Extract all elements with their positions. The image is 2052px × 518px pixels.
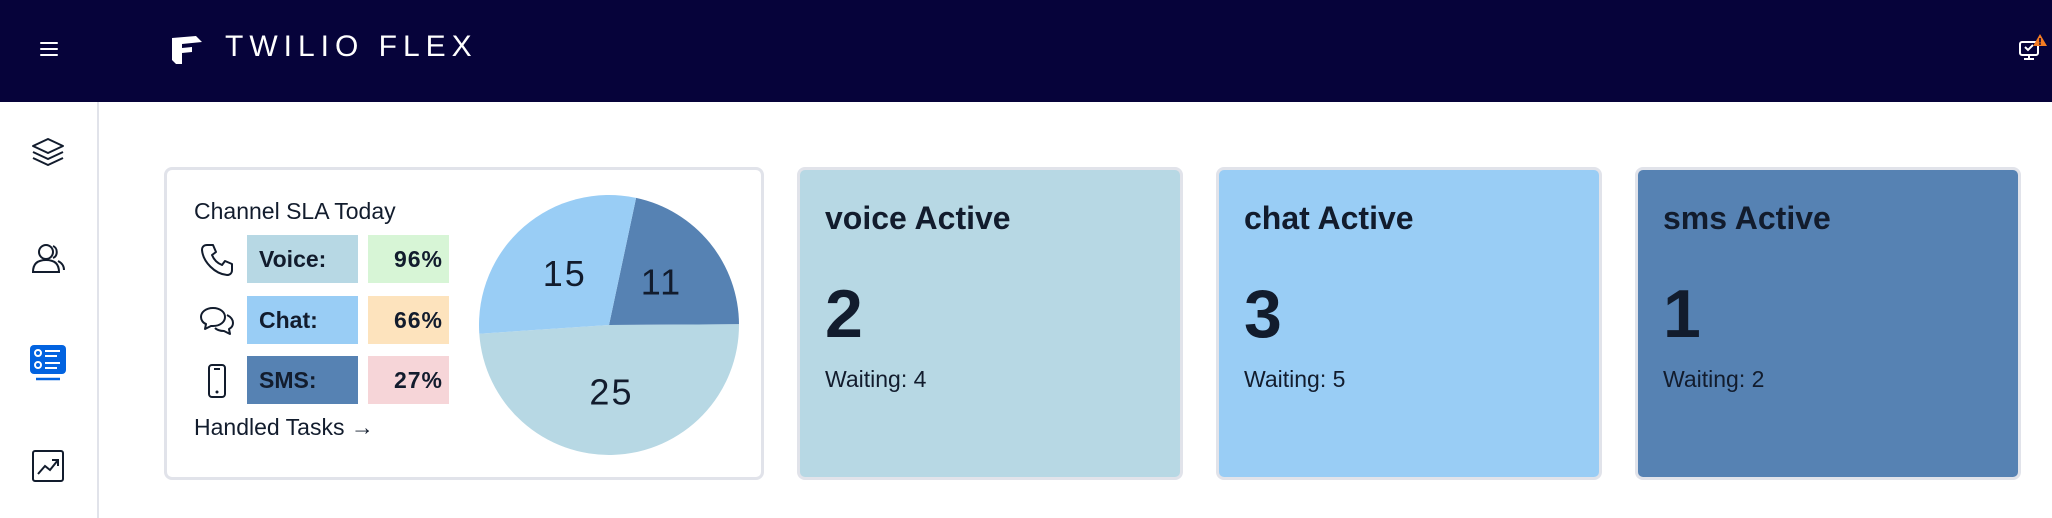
layers-icon	[32, 138, 64, 166]
voice-active-title: voice Active	[825, 200, 1011, 236]
sidebar-item-queues-dashboard[interactable]	[22, 336, 74, 388]
sla-card-title: Channel SLA Today	[194, 198, 396, 224]
voice-active-count: 2	[825, 276, 863, 352]
sms-active-title: sms Active	[1663, 200, 1831, 236]
chat-waiting-count: Waiting: 5	[1244, 366, 1346, 392]
chat-active-title: chat Active	[1244, 200, 1414, 236]
brand-title: TWILIO FLEX	[225, 30, 478, 63]
chat-label: Chat:	[247, 296, 358, 344]
voice-waiting-count: Waiting: 4	[825, 366, 927, 392]
hamburger-icon[interactable]	[34, 34, 64, 64]
sla-row-chat: Chat: 66%	[194, 296, 454, 346]
chat-active-count: 3	[1244, 276, 1282, 352]
voice-active-card: voice Active 2 Waiting: 4	[797, 167, 1183, 480]
sidebar-item-agents[interactable]	[22, 232, 74, 284]
top-header: TWILIO FLEX	[0, 0, 2052, 102]
channel-sla-card: Channel SLA Today Voice: 96% Chat: 66% S…	[164, 167, 764, 480]
chat-active-card: chat Active 3 Waiting: 5	[1216, 167, 1602, 480]
sms-active-count: 1	[1663, 276, 1701, 352]
pie-slice-label: 25	[589, 372, 633, 413]
sidebar-item-analytics[interactable]	[22, 440, 74, 492]
sms-sla-percent: 27%	[368, 356, 449, 404]
agents-icon	[31, 244, 65, 273]
sla-row-voice: Voice: 96%	[194, 235, 454, 285]
sla-pie-chart: 11 25 15	[479, 195, 739, 455]
sidebar	[0, 102, 99, 518]
analytics-icon	[32, 450, 64, 482]
sms-active-card: sms Active 1 Waiting: 2	[1635, 167, 2021, 480]
sidebar-item-layers[interactable]	[22, 127, 74, 179]
twilio-flex-logo	[172, 36, 202, 64]
chat-sla-percent: 66%	[368, 296, 449, 344]
sla-row-sms: SMS: 27%	[194, 356, 454, 406]
phone-icon	[201, 244, 233, 276]
handled-tasks-link[interactable]: Handled Tasks →	[194, 414, 374, 441]
chat-icon	[200, 307, 234, 335]
monitor-alert-icon[interactable]	[2010, 30, 2050, 70]
mobile-icon	[208, 364, 226, 398]
voice-label: Voice:	[247, 235, 358, 283]
pie-slice-label: 15	[543, 253, 587, 294]
sms-label: SMS:	[247, 356, 358, 404]
voice-sla-percent: 96%	[368, 235, 449, 283]
queues-dashboard-icon	[30, 345, 66, 381]
pie-slice-label: 11	[641, 261, 682, 302]
sms-waiting-count: Waiting: 2	[1663, 366, 1765, 392]
